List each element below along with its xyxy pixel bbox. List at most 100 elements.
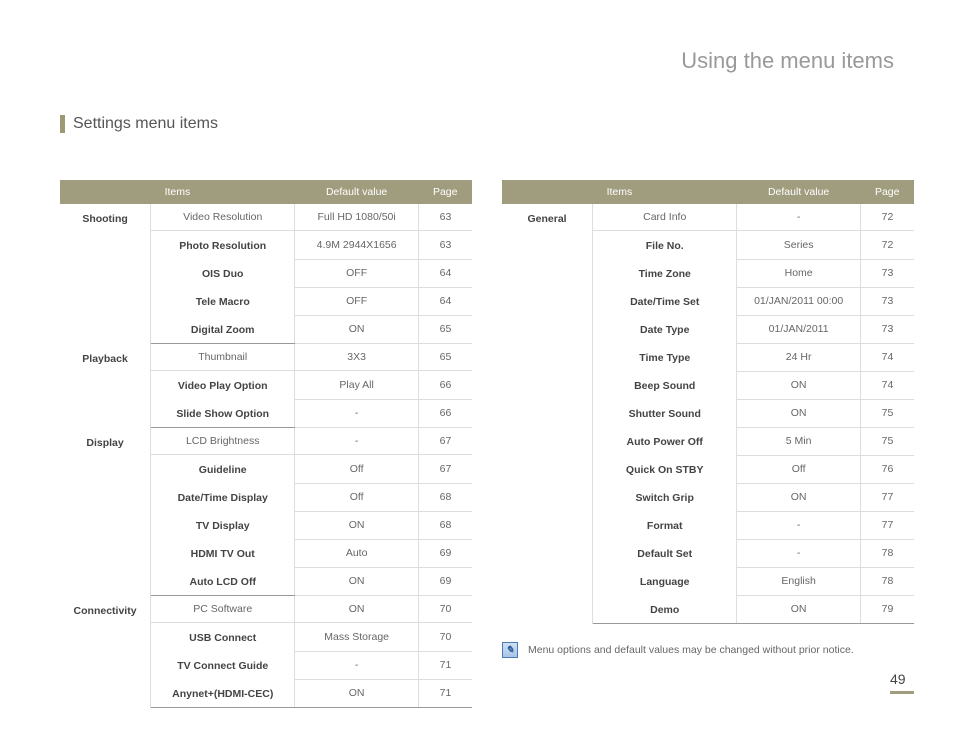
page-cell: 67 (418, 428, 472, 455)
default-cell: ON (295, 567, 419, 596)
note: ✎ Menu options and default values may be… (502, 642, 914, 658)
default-cell: 24 Hr (737, 343, 861, 371)
item-cell: Shutter Sound (593, 399, 737, 427)
item-cell: Digital Zoom (151, 315, 295, 344)
default-cell: 01/JAN/2011 (737, 315, 861, 343)
page-cell: 66 (418, 371, 472, 400)
default-cell: ON (295, 511, 419, 539)
default-cell: Play All (295, 371, 419, 400)
page-cell: 75 (860, 399, 914, 427)
item-cell: LCD Brightness (151, 428, 295, 455)
page-cell: 69 (418, 539, 472, 567)
item-cell: USB Connect (151, 623, 295, 652)
default-cell: ON (737, 595, 861, 624)
default-cell: ON (295, 679, 419, 708)
page-cell: 63 (418, 231, 472, 260)
page-number-bar-icon (890, 691, 914, 694)
header-page: Page (418, 180, 472, 204)
default-cell: Off (295, 455, 419, 484)
page-cell: 68 (418, 483, 472, 511)
header-items: Items (502, 180, 737, 204)
header-page: Page (860, 180, 914, 204)
page-cell: 66 (418, 399, 472, 428)
page-cell: 70 (418, 623, 472, 652)
page-cell: 67 (418, 455, 472, 484)
header-items: Items (60, 180, 295, 204)
item-cell: Photo Resolution (151, 231, 295, 260)
page-cell: 78 (860, 539, 914, 567)
default-cell: 5 Min (737, 427, 861, 455)
page-cell: 64 (418, 259, 472, 287)
default-cell: English (737, 567, 861, 595)
item-cell: Date/Time Set (593, 287, 737, 315)
default-cell: Full HD 1080/50i (295, 204, 419, 231)
default-cell: - (295, 651, 419, 679)
page-cell: 73 (860, 259, 914, 287)
default-cell: ON (737, 399, 861, 427)
default-cell: Off (737, 455, 861, 483)
page-cell: 77 (860, 483, 914, 511)
item-cell: HDMI TV Out (151, 539, 295, 567)
item-cell: Demo (593, 595, 737, 624)
item-cell: PC Software (151, 596, 295, 623)
item-cell: Date Type (593, 315, 737, 343)
settings-table-right: Items Default value Page GeneralCard Inf… (502, 180, 914, 708)
item-cell: Tele Macro (151, 287, 295, 315)
note-icon: ✎ (502, 642, 518, 658)
page-cell: 73 (860, 315, 914, 343)
category-cell: Connectivity (60, 596, 151, 708)
default-cell: OFF (295, 259, 419, 287)
section-bar-icon (60, 115, 65, 133)
item-cell: Video Resolution (151, 204, 295, 231)
default-cell: 4.9M 2944X1656 (295, 231, 419, 260)
default-cell: OFF (295, 287, 419, 315)
item-cell: Guideline (151, 455, 295, 484)
default-cell: - (737, 539, 861, 567)
default-cell: - (295, 428, 419, 455)
default-cell: ON (737, 371, 861, 399)
default-cell: ON (295, 315, 419, 344)
page-cell: 77 (860, 511, 914, 539)
default-cell: Mass Storage (295, 623, 419, 652)
page-cell: 73 (860, 287, 914, 315)
default-cell: Home (737, 259, 861, 287)
item-cell: OIS Duo (151, 259, 295, 287)
item-cell: Beep Sound (593, 371, 737, 399)
default-cell: - (295, 399, 419, 428)
page-cell: 65 (418, 315, 472, 344)
item-cell: Thumbnail (151, 344, 295, 371)
header-default: Default value (737, 180, 861, 204)
page-cell: 78 (860, 567, 914, 595)
default-cell: Off (295, 483, 419, 511)
default-cell: Auto (295, 539, 419, 567)
default-cell: ON (295, 596, 419, 623)
default-cell: - (737, 204, 861, 231)
default-cell: 3X3 (295, 344, 419, 371)
category-cell: Shooting (60, 204, 151, 344)
page-cell: 76 (860, 455, 914, 483)
page-cell: 64 (418, 287, 472, 315)
item-cell: Slide Show Option (151, 399, 295, 428)
page-cell: 74 (860, 371, 914, 399)
settings-table-left: Items Default value Page ShootingVideo R… (60, 180, 472, 708)
item-cell: Anynet+(HDMI-CEC) (151, 679, 295, 708)
category-cell: Playback (60, 344, 151, 428)
item-cell: Quick On STBY (593, 455, 737, 483)
category-cell: Display (60, 428, 151, 596)
item-cell: Card Info (593, 204, 737, 231)
default-cell: ON (737, 483, 861, 511)
default-cell: - (737, 511, 861, 539)
page-number: 49 (890, 671, 914, 694)
page-cell: 74 (860, 343, 914, 371)
page-cell: 63 (418, 204, 472, 231)
page-cell: 75 (860, 427, 914, 455)
item-cell: Language (593, 567, 737, 595)
page-title: Using the menu items (681, 48, 894, 74)
header-default: Default value (295, 180, 419, 204)
note-text: Menu options and default values may be c… (528, 644, 854, 656)
item-cell: File No. (593, 231, 737, 260)
page-cell: 72 (860, 231, 914, 260)
category-cell: General (502, 204, 593, 624)
default-cell: 01/JAN/2011 00:00 (737, 287, 861, 315)
page-cell: 65 (418, 344, 472, 371)
